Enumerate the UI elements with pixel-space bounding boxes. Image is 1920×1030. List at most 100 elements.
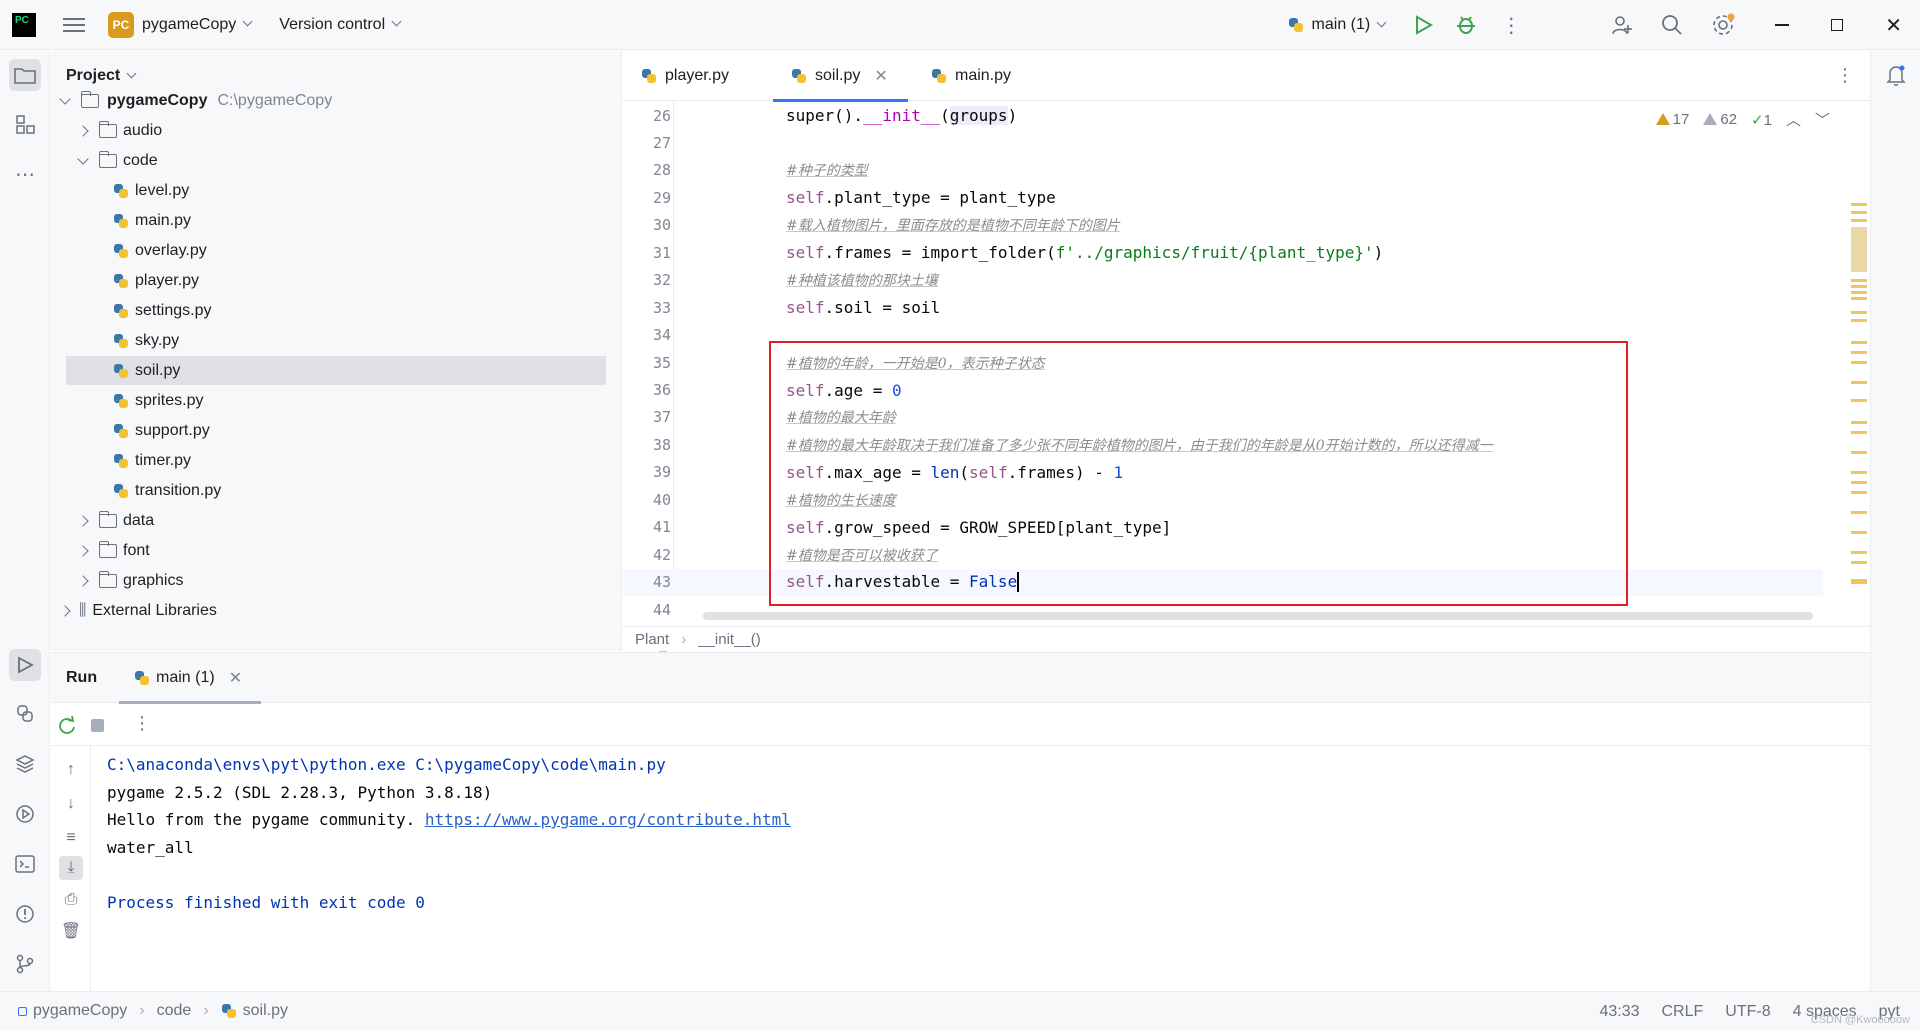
error-stripe[interactable] (1851, 151, 1867, 631)
scroll-up-icon[interactable]: ↑ (59, 758, 83, 782)
file-encoding[interactable]: UTF-8 (1725, 1003, 1770, 1021)
project-tool-icon[interactable] (9, 59, 41, 91)
tree-label: font (123, 541, 150, 559)
project-badge[interactable]: PC (108, 11, 134, 38)
close-run-tab-icon[interactable]: ✕ (229, 668, 242, 688)
tree-item[interactable]: sprites.py (51, 386, 611, 415)
caret-position[interactable]: 43:33 (1599, 1003, 1639, 1021)
run-more-actions-icon[interactable]: ⋮ (133, 713, 151, 734)
structure-tool-icon[interactable] (9, 108, 41, 140)
console-text: C:\anaconda\envs\pyt\python.exe C:\pygam… (107, 755, 666, 774)
code-line[interactable]: 33 self.soil = soil (623, 294, 1823, 321)
tab-soil-py[interactable]: soil.py ✕ (773, 51, 908, 102)
breadcrumb-class[interactable]: Plant (635, 631, 669, 648)
close-tab-icon[interactable]: ✕ (874, 66, 887, 86)
restore-button[interactable] (1831, 19, 1844, 31)
tree-label: soil.py (135, 361, 181, 379)
tree-item[interactable]: font (51, 536, 611, 565)
tree-item[interactable]: support.py (51, 416, 611, 445)
tree-item[interactable]: data (51, 506, 611, 535)
tree-item[interactable]: level.py (51, 176, 611, 205)
chevron-right-icon[interactable] (77, 124, 89, 137)
tree-item[interactable]: graphics (51, 566, 611, 595)
version-control-menu[interactable]: Version control (279, 16, 385, 34)
tree-item[interactable]: transition.py (51, 476, 611, 505)
code-line[interactable]: 31 self.frames = import_folder(f'../graph… (623, 239, 1823, 266)
close-window-button[interactable]: ✕ (1885, 13, 1902, 38)
tree-item[interactable]: sky.py (51, 326, 611, 355)
debug-icon[interactable] (1455, 14, 1477, 36)
minimize-button[interactable] (1775, 24, 1790, 26)
code-text[interactable]: #种子的类型 (786, 160, 868, 180)
console-link[interactable]: https://www.pygame.org/contribute.html (425, 810, 791, 829)
soft-wrap-icon[interactable]: ≡ (59, 826, 83, 850)
main-menu-button[interactable] (63, 17, 85, 32)
code-line[interactable]: 29 self.plant_type = plant_type (623, 184, 1823, 211)
git-icon[interactable] (9, 948, 41, 980)
tree-item[interactable]: overlay.py (51, 236, 611, 265)
code-text[interactable]: #种植该植物的那块土壤 (786, 270, 938, 290)
nav-project[interactable]: pygameCopy (33, 1002, 127, 1020)
print-icon[interactable]: ⎙ (59, 888, 83, 912)
breadcrumb-method[interactable]: __init__() (698, 631, 761, 648)
run-icon[interactable] (1413, 15, 1434, 35)
code-text[interactable]: self.plant_type = plant_type (786, 188, 1056, 207)
run-tab-main[interactable]: main (1) ✕ (119, 653, 261, 704)
tree-item[interactable]: code (51, 146, 611, 175)
chevron-right-icon[interactable] (77, 574, 89, 587)
tree-item[interactable]: settings.py (51, 296, 611, 325)
add-user-icon[interactable] (1611, 14, 1633, 36)
more-actions-icon[interactable]: ⋮ (1501, 13, 1521, 38)
code-text[interactable]: self.soil = soil (786, 298, 940, 317)
code-text[interactable]: super().__init__(groups) (786, 106, 1017, 125)
code-line[interactable]: 28 #种子的类型 (623, 157, 1823, 184)
code-line[interactable]: 26 super().__init__(groups) (623, 102, 1823, 129)
run-toolbar: ⋮ (51, 704, 1870, 746)
project-view-selector[interactable]: Project (66, 67, 137, 85)
editor-horizontal-scrollbar[interactable] (703, 612, 1813, 620)
code-text[interactable]: #载入植物图片，里面存放的是植物不同年龄下的图片 (786, 215, 1120, 235)
line-number: 27 (652, 133, 671, 152)
line-separator[interactable]: CRLF (1662, 1003, 1704, 1021)
tree-item[interactable]: player.py (51, 266, 611, 295)
python-file-icon (931, 68, 947, 84)
notifications-bell-icon[interactable] (1880, 59, 1912, 91)
chevron-right-icon[interactable] (77, 514, 89, 527)
code-text[interactable]: self.frames = import_folder(f'../graphic… (786, 243, 1383, 262)
settings-gear-icon[interactable] (1711, 13, 1735, 37)
tree-item[interactable]: main.py (51, 206, 611, 235)
run-tool-icon[interactable] (9, 649, 41, 681)
code-line[interactable]: 32 #种植该植物的那块土壤 (623, 267, 1823, 294)
stop-icon[interactable] (91, 719, 104, 732)
rerun-icon[interactable] (57, 715, 77, 735)
chevron-down-icon[interactable] (77, 152, 89, 165)
tab-actions-icon[interactable]: ⋮ (1836, 65, 1854, 86)
code-line[interactable]: 27 (623, 129, 1823, 156)
tree-label: pygameCopy (107, 91, 208, 109)
code-line[interactable]: 30 #载入植物图片，里面存放的是植物不同年龄下的图片 (623, 212, 1823, 239)
tree-item[interactable]: ⫼ External Libraries (51, 596, 611, 625)
tab-player-py[interactable]: player.py (623, 51, 747, 101)
nav-file[interactable]: soil.py (243, 1002, 288, 1020)
tree-item[interactable]: soil.py (66, 356, 606, 385)
tree-item[interactable]: timer.py (51, 446, 611, 475)
problems-icon[interactable] (9, 898, 41, 930)
python-packages-icon[interactable] (9, 748, 41, 780)
line-number: 39 (652, 463, 671, 482)
chevron-right-icon[interactable] (59, 604, 71, 617)
services-icon[interactable] (9, 798, 41, 830)
tree-root-pygameCopy[interactable]: pygameCopy C:\pygameCopy (51, 86, 611, 115)
chevron-right-icon[interactable] (77, 544, 89, 557)
clear-all-icon[interactable]: 🗑 (59, 920, 83, 944)
tree-item[interactable]: audio (51, 116, 611, 145)
nav-folder[interactable]: code (157, 1002, 192, 1020)
more-tools-icon[interactable]: ⋯ (9, 158, 41, 190)
search-icon[interactable] (1661, 14, 1683, 36)
project-switcher[interactable]: pygameCopy (142, 16, 236, 34)
tab-main-py[interactable]: main.py (913, 51, 1029, 101)
scroll-to-end-icon[interactable]: ⤓ (59, 856, 83, 880)
terminal-icon[interactable] (9, 848, 41, 880)
run-configuration-selector[interactable]: main (1) (1312, 16, 1371, 34)
python-console-icon[interactable] (9, 698, 41, 730)
scroll-down-icon[interactable]: ↓ (59, 792, 83, 816)
